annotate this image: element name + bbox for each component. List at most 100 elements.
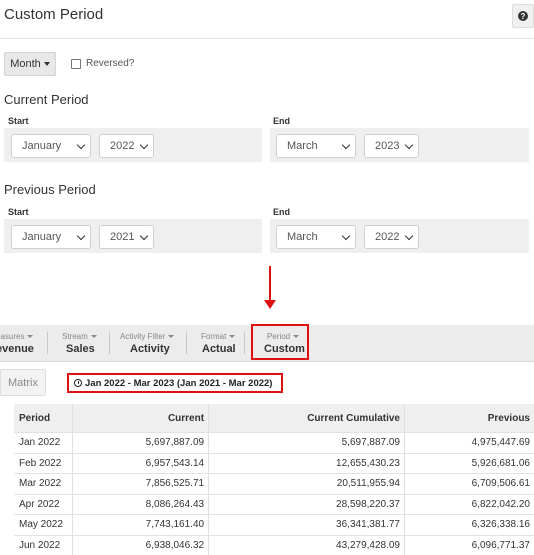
select-value: 2022 [110, 140, 134, 152]
previous-end-month-select[interactable]: March [276, 225, 356, 249]
table-row: Jun 2022 6,938,046.32 43,279,428.09 6,09… [14, 535, 534, 555]
select-value: March [287, 231, 318, 243]
toolbar-divider [47, 332, 48, 354]
select-value: 2023 [375, 140, 399, 152]
table-cell: 7,743,161.40 [73, 515, 209, 535]
table-cell: Jan 2022 [14, 433, 73, 453]
reversed-label: Reversed? [86, 58, 134, 69]
period-highlight-box [251, 324, 309, 360]
chevron-down-icon [405, 140, 413, 148]
current-end-year-select[interactable]: 2023 [364, 134, 419, 158]
table-cell: 6,709,506.61 [405, 474, 534, 494]
help-icon: ? [518, 11, 528, 21]
help-button[interactable]: ? [512, 4, 534, 28]
caret-down-icon [27, 335, 33, 338]
toolbar-format[interactable]: Format Actual [201, 325, 236, 361]
table-cell: 28,598,220.37 [209, 495, 405, 515]
toolbar-item-value: Activity [120, 343, 174, 355]
chevron-down-icon [77, 231, 85, 239]
toolbar-activity-filter[interactable]: Activity Filter Activity [120, 325, 174, 361]
table-cell: 7,856,525.71 [73, 474, 209, 494]
table-cell: 6,822,042.20 [405, 495, 534, 515]
table-cell: Apr 2022 [14, 495, 73, 515]
chevron-down-icon [140, 231, 148, 239]
toolbar-item-label: Stream [62, 332, 88, 341]
toolbar-divider [109, 332, 110, 354]
current-start-label: Start [8, 116, 29, 126]
chevron-down-icon [342, 231, 350, 239]
data-table: Period Current Current Cumulative Previo… [14, 404, 534, 555]
toolbar-item-label: easures [0, 332, 24, 341]
current-end-label: End [273, 116, 290, 126]
select-value: January [22, 140, 61, 152]
date-range-text: Jan 2022 - Mar 2023 (Jan 2021 - Mar 2022… [85, 378, 272, 389]
header-divider [0, 38, 534, 39]
previous-start-month-select[interactable]: January [11, 225, 91, 249]
table-cell: Mar 2022 [14, 474, 73, 494]
caret-down-icon [91, 335, 97, 338]
table-header-row: Period Current Current Cumulative Previo… [14, 404, 534, 432]
table-cell: 5,926,681.06 [405, 454, 534, 474]
column-header-current-cumulative[interactable]: Current Cumulative [209, 404, 405, 432]
select-value: January [22, 231, 61, 243]
table-cell: 6,096,771.37 [405, 536, 534, 555]
previous-end-year-select[interactable]: 2022 [364, 225, 419, 249]
toolbar-measures[interactable]: easures evenue [0, 325, 34, 361]
matrix-button[interactable]: Matrix [0, 369, 46, 396]
table-row: Jan 2022 5,697,887.09 5,697,887.09 4,975… [14, 432, 534, 453]
table-cell: Jun 2022 [14, 536, 73, 555]
caret-down-icon [44, 62, 50, 66]
table-cell: 8,086,264.43 [73, 495, 209, 515]
table-row: May 2022 7,743,161.40 36,341,381.77 6,32… [14, 514, 534, 535]
table-row: Mar 2022 7,856,525.71 20,511,955.94 6,70… [14, 473, 534, 494]
table-row: Feb 2022 6,957,543.14 12,655,430.23 5,92… [14, 453, 534, 474]
toolbar-item-label: Activity Filter [120, 332, 165, 341]
chevron-down-icon [140, 140, 148, 148]
current-period-title: Current Period [4, 92, 89, 107]
toolbar-item-value: evenue [0, 343, 34, 355]
previous-period-title: Previous Period [4, 182, 96, 197]
current-start-month-select[interactable]: January [11, 134, 91, 158]
date-range-label: Jan 2022 - Mar 2023 (Jan 2021 - Mar 2022… [67, 373, 283, 393]
previous-start-label: Start [8, 207, 29, 217]
table-cell: 5,697,887.09 [73, 433, 209, 453]
annotation-arrow-head [264, 300, 276, 309]
toolbar-item-value: Sales [62, 343, 97, 355]
chevron-down-icon [342, 140, 350, 148]
select-value: March [287, 140, 318, 152]
caret-down-icon [168, 335, 174, 338]
column-header-current[interactable]: Current [73, 404, 209, 432]
clock-icon [74, 379, 82, 387]
previous-end-label: End [273, 207, 290, 217]
table-cell: 4,975,447.69 [405, 433, 534, 453]
caret-down-icon [229, 335, 235, 338]
table-cell: 20,511,955.94 [209, 474, 405, 494]
column-header-period[interactable]: Period [14, 404, 73, 432]
previous-start-year-select[interactable]: 2021 [99, 225, 154, 249]
toolbar-item-value: Actual [201, 343, 236, 355]
table-cell: 36,341,381.77 [209, 515, 405, 535]
table-cell: 6,938,046.32 [73, 536, 209, 555]
reversed-checkbox[interactable] [71, 59, 81, 69]
annotation-arrow-shaft [269, 266, 271, 302]
select-value: 2022 [375, 231, 399, 243]
granularity-label: Month [10, 58, 41, 70]
table-cell: 6,957,543.14 [73, 454, 209, 474]
table-cell: 43,279,428.09 [209, 536, 405, 555]
table-row: Apr 2022 8,086,264.43 28,598,220.37 6,82… [14, 494, 534, 515]
current-end-month-select[interactable]: March [276, 134, 356, 158]
chevron-down-icon [405, 231, 413, 239]
table-cell: 5,697,887.09 [209, 433, 405, 453]
select-value: 2021 [110, 231, 134, 243]
table-cell: Feb 2022 [14, 454, 73, 474]
toolbar-stream[interactable]: Stream Sales [62, 325, 97, 361]
table-cell: 12,655,430.23 [209, 454, 405, 474]
column-header-previous[interactable]: Previous [405, 404, 534, 432]
toolbar-divider [186, 332, 187, 354]
toolbar-divider [244, 332, 245, 354]
current-start-year-select[interactable]: 2022 [99, 134, 154, 158]
granularity-dropdown-button[interactable]: Month [4, 52, 56, 76]
table-cell: 6,326,338.16 [405, 515, 534, 535]
table-cell: May 2022 [14, 515, 73, 535]
page-title: Custom Period [4, 6, 103, 23]
